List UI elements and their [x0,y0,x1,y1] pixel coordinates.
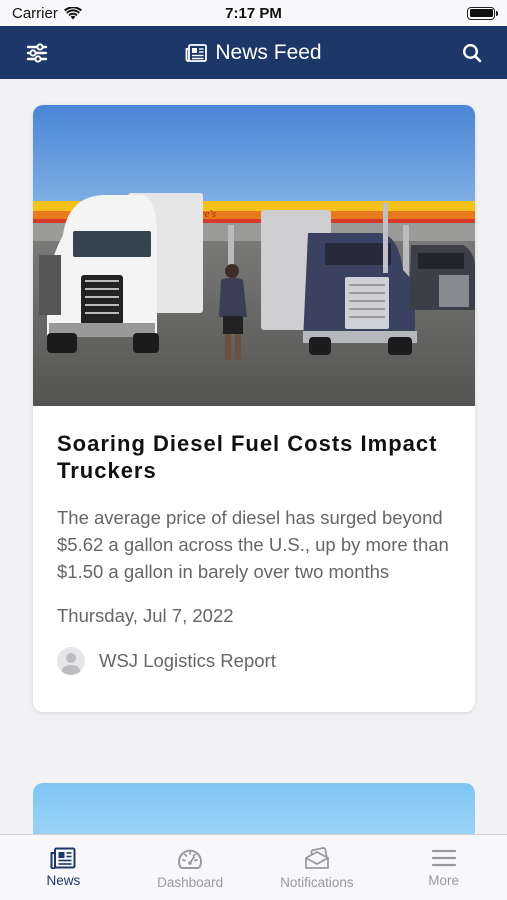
article-description: The average price of diesel has surged b… [57,507,449,582]
source-avatar-icon [57,647,85,675]
search-icon [462,43,482,63]
tab-news-label: News [46,873,81,888]
menu-icon [431,849,456,867]
battery-icon [467,6,498,20]
page-title: News Feed [215,40,322,64]
tab-more-label: More [428,873,459,888]
page-title-group: News Feed [185,40,322,65]
card-body: Soaring Diesel Fuel Costs Impact Trucker… [33,406,475,675]
newspaper-icon [50,847,76,869]
article-date: Thursday, Jul 7, 2022 [57,605,234,626]
article-source: WSJ Logistics Report [57,647,451,675]
nav-bar: News Feed [0,26,507,79]
tab-notifications-label: Notifications [280,875,354,890]
tab-dashboard[interactable]: Dashboard [127,835,254,900]
envelope-stack-icon [304,847,329,869]
tab-news[interactable]: News [0,835,127,900]
tab-notifications[interactable]: Notifications [254,835,381,900]
sliders-icon [26,43,48,63]
newspaper-icon [185,43,208,62]
source-name: WSJ Logistics Report [99,650,276,671]
tab-more[interactable]: More [380,835,507,900]
article-title: Soaring Diesel Fuel Costs Impact Trucker… [57,431,438,483]
status-bar: Carrier 7:17 PM [0,0,507,26]
search-button[interactable] [457,38,487,68]
tab-bar: News Dashboard Notifications More [0,834,507,900]
carrier-group: Carrier [12,5,82,22]
next-news-card[interactable] [33,783,475,834]
news-card[interactable]: Love's [33,105,475,712]
carrier-label: Carrier [12,4,58,22]
gauge-icon [178,849,203,869]
filter-button[interactable] [22,38,52,68]
news-feed-list[interactable]: Love's [0,79,507,834]
article-image: Love's [33,105,475,406]
wifi-icon [63,6,82,19]
tab-dashboard-label: Dashboard [157,875,224,890]
